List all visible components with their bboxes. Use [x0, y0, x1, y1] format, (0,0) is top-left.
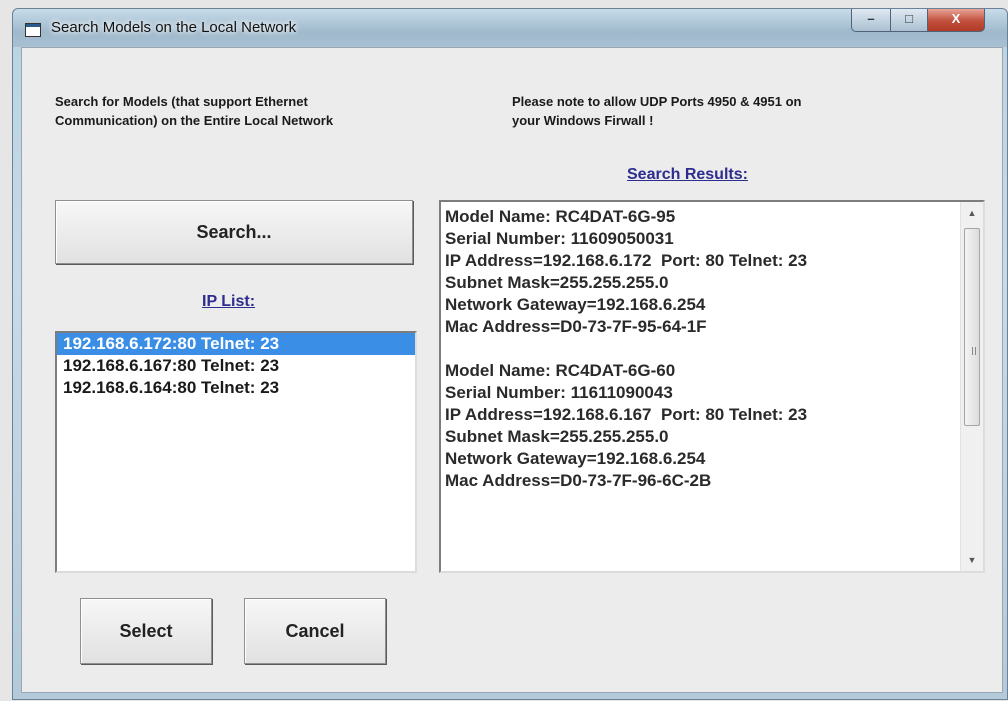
result-serial-number: Serial Number: 11609050031: [445, 229, 674, 248]
result-model-name: Model Name: RC4DAT-6G-95: [445, 207, 676, 226]
dialog-client-area: Search for Models (that support Ethernet…: [21, 47, 1003, 693]
window-app-icon: [25, 23, 41, 37]
select-button[interactable]: Select: [80, 598, 212, 664]
result-subnet-mask: Subnet Mask=255.255.255.0: [445, 273, 669, 292]
result-ip-address: IP Address=192.168.6.167 Port: 80 Telnet…: [445, 405, 808, 424]
cancel-button[interactable]: Cancel: [244, 598, 386, 664]
scroll-up-arrow-icon[interactable]: ▲: [961, 204, 983, 222]
maximize-icon: □: [905, 11, 913, 26]
maximize-button[interactable]: □: [890, 9, 928, 32]
result-mac-address: Mac Address=D0-73-7F-96-6C-2B: [445, 471, 712, 490]
ip-list-label: IP List:: [202, 293, 256, 310]
window-title: Search Models on the Local Network: [51, 19, 297, 36]
result-network-gateway: Network Gateway=192.168.6.254: [445, 449, 706, 468]
minimize-button[interactable]: –: [851, 9, 891, 32]
result-subnet-mask: Subnet Mask=255.255.255.0: [445, 427, 669, 446]
result-model-name: Model Name: RC4DAT-6G-60: [445, 361, 676, 380]
result-ip-address: IP Address=192.168.6.172 Port: 80 Telnet…: [445, 251, 808, 270]
result-serial-number: Serial Number: 11611090043: [445, 383, 673, 402]
close-button[interactable]: X: [927, 9, 985, 32]
results-scrollbar[interactable]: ▲ ▼: [960, 202, 983, 571]
search-description-line-1: Search for Models (that support Ethernet: [55, 94, 308, 109]
ip-list-item[interactable]: 192.168.6.167:80 Telnet: 23: [57, 355, 415, 377]
ip-list-item[interactable]: 192.168.6.172:80 Telnet: 23: [57, 333, 415, 355]
search-description-line-2: Communication) on the Entire Local Netwo…: [55, 113, 334, 128]
ip-list-item[interactable]: 192.168.6.164:80 Telnet: 23: [57, 377, 415, 399]
ip-listbox[interactable]: 192.168.6.172:80 Telnet: 23 192.168.6.16…: [55, 331, 417, 573]
title-bar[interactable]: Search Models on the Local Network – □ X: [13, 9, 1007, 47]
search-results-label: Search Results:: [627, 166, 748, 183]
search-results-text: Model Name: RC4DAT-6G-95 Serial Number: …: [445, 206, 945, 492]
scroll-down-arrow-icon[interactable]: ▼: [961, 551, 983, 569]
close-icon: X: [951, 11, 961, 26]
search-models-window: Search Models on the Local Network – □ X…: [12, 8, 1008, 700]
search-description: Search for Models (that support Ethernet…: [55, 92, 333, 130]
search-results-box[interactable]: Model Name: RC4DAT-6G-95 Serial Number: …: [439, 200, 985, 573]
minimize-icon: –: [867, 11, 875, 26]
firewall-note: Please note to allow UDP Ports 4950 & 49…: [512, 92, 801, 130]
firewall-note-line-1: Please note to allow UDP Ports 4950 & 49…: [512, 94, 802, 109]
result-spacer: [445, 338, 945, 360]
firewall-note-line-2: your Windows Firwall !: [512, 113, 654, 128]
scrollbar-thumb[interactable]: [964, 228, 980, 426]
search-button[interactable]: Search...: [55, 200, 413, 264]
scrollbar-grip-icon: [972, 347, 976, 355]
result-network-gateway: Network Gateway=192.168.6.254: [445, 295, 706, 314]
result-mac-address: Mac Address=D0-73-7F-95-64-1F: [445, 317, 707, 336]
